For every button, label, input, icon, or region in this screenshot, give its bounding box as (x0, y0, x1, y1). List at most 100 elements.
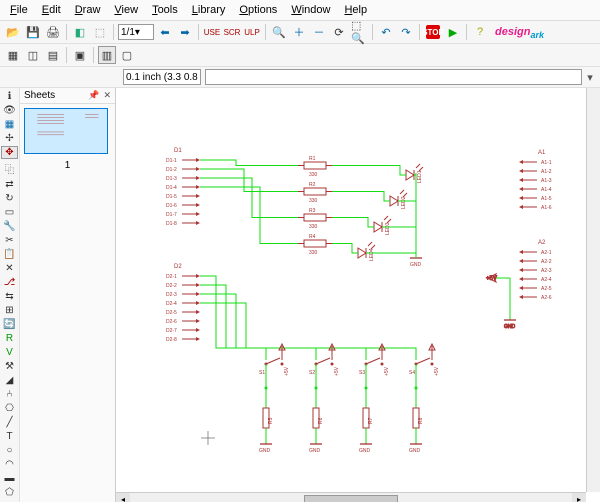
script-icon[interactable]: SCR (223, 23, 241, 41)
cut-tool-icon[interactable]: ✂ (1, 234, 18, 247)
horizontal-scrollbar[interactable]: ◂ ▸ (116, 492, 586, 502)
undo-icon[interactable]: ↶ (377, 23, 395, 41)
tool-palette: ℹ 👁 ▦ ✢ ✥ ⿻ ⇄ ↻ ▭ 🔧 ✂ 📋 ✕ ⎇ ⇆ ⊞ 🔄 R V ⚒ … (0, 88, 20, 502)
invoke-tool-icon[interactable]: ⎔ (1, 402, 18, 415)
svg-text:R5: R5 (268, 417, 274, 424)
sheet-thumbnail[interactable] (24, 108, 108, 154)
gateswap-tool-icon[interactable]: ⊞ (1, 304, 18, 317)
ulp-icon[interactable]: ULP (243, 23, 261, 41)
layout1-icon[interactable]: ▦ (4, 46, 22, 64)
zoom-fit-icon[interactable]: 🔍 (270, 23, 288, 41)
mirror-tool-icon[interactable]: ⇄ (1, 178, 18, 191)
replace-tool-icon[interactable]: 🔄 (1, 318, 18, 331)
zoom-out-icon[interactable]: － (310, 23, 328, 41)
svg-text:D2-3: D2-3 (166, 292, 177, 298)
zoom-in-icon[interactable]: ＋ (290, 23, 308, 41)
svg-text:GND: GND (504, 324, 516, 330)
svg-text:D1-3: D1-3 (166, 176, 177, 182)
sheets-panel: Sheets 📌 ✕ 1 (20, 88, 116, 502)
menu-help[interactable]: Help (338, 2, 373, 18)
svg-text:D1-7: D1-7 (166, 212, 177, 218)
svg-text:A2-2: A2-2 (541, 259, 552, 265)
svg-text:R2: R2 (309, 182, 316, 188)
show-tool-icon[interactable]: 👁 (1, 104, 18, 117)
svg-text:A2-6: A2-6 (541, 295, 552, 301)
svg-text:D1-1: D1-1 (166, 158, 177, 164)
svg-text:+5V: +5V (334, 366, 340, 376)
grid-input[interactable] (123, 69, 201, 85)
smash-tool-icon[interactable]: ⚒ (1, 360, 18, 373)
wire-tool-icon[interactable]: ╱ (1, 416, 18, 429)
pinswap-tool-icon[interactable]: ⇆ (1, 290, 18, 303)
open-icon[interactable]: 📂 (4, 23, 22, 41)
rect-tool-icon[interactable]: ▬ (1, 472, 18, 485)
miter-tool-icon[interactable]: ◢ (1, 374, 18, 387)
schematic-canvas[interactable]: D1 D1-1D1-2D1-3D1-4D1-5D1-6D1-7D1-8 D2 D… (116, 88, 586, 492)
menu-view[interactable]: View (108, 2, 144, 18)
command-dropdown-icon[interactable]: ▾ (584, 71, 596, 84)
svg-text:D1: D1 (174, 148, 182, 154)
rotate-tool-icon[interactable]: ↻ (1, 192, 18, 205)
sheets-title: Sheets (24, 90, 55, 101)
svg-text:A1: A1 (538, 150, 546, 156)
menu-library[interactable]: Library (186, 2, 232, 18)
split-tool-icon[interactable]: ⑃ (1, 388, 18, 401)
print-icon[interactable]: 🖨 (44, 23, 62, 41)
delete-tool-icon[interactable]: ✕ (1, 262, 18, 275)
help-icon[interactable]: ? (471, 23, 489, 41)
use-icon[interactable]: USE (203, 23, 221, 41)
go-icon[interactable]: ▶ (444, 23, 462, 41)
menu-file[interactable]: File (4, 2, 34, 18)
paste-tool-icon[interactable]: 📋 (1, 248, 18, 261)
group-tool-icon[interactable]: ▭ (1, 206, 18, 219)
save-icon[interactable]: 💾 (24, 23, 42, 41)
menu-bar: File Edit Draw View Tools Library Option… (0, 0, 600, 21)
name-tool-icon[interactable]: R (1, 332, 18, 345)
move-tool-icon[interactable]: ✥ (1, 146, 18, 159)
zoom-redraw-icon[interactable]: ⟳ (330, 23, 348, 41)
panel3-icon[interactable]: ▢ (118, 46, 136, 64)
menu-options[interactable]: Options (233, 2, 283, 18)
sheets-pin-icon[interactable]: 📌 (88, 90, 99, 101)
sheets-close-icon[interactable]: ✕ (103, 90, 111, 101)
menu-window[interactable]: Window (285, 2, 336, 18)
svg-text:A2-3: A2-3 (541, 268, 552, 274)
info-tool-icon[interactable]: ℹ (1, 90, 18, 103)
svg-text:D1-4: D1-4 (166, 185, 177, 191)
display-tool-icon[interactable]: ▦ (1, 118, 18, 131)
scroll-left-icon[interactable]: ◂ (116, 493, 130, 502)
circle-tool-icon[interactable]: ○ (1, 444, 18, 457)
panel2-icon[interactable]: ▥ (98, 46, 116, 64)
scroll-right-icon[interactable]: ▸ (572, 493, 586, 502)
svg-text:330: 330 (309, 198, 318, 204)
sheet-next-icon[interactable]: ➡ (176, 23, 194, 41)
svg-text:D2-8: D2-8 (166, 337, 177, 343)
layout2-icon[interactable]: ◫ (24, 46, 42, 64)
panel1-icon[interactable]: ▣ (71, 46, 89, 64)
menu-draw[interactable]: Draw (69, 2, 107, 18)
change-tool-icon[interactable]: 🔧 (1, 220, 18, 233)
svg-text:GND: GND (359, 448, 371, 454)
value-tool-icon[interactable]: V (1, 346, 18, 359)
svg-text:+5V: +5V (284, 366, 290, 376)
arc-tool-icon[interactable]: ◠ (1, 458, 18, 471)
menu-edit[interactable]: Edit (36, 2, 67, 18)
mark-tool-icon[interactable]: ✢ (1, 132, 18, 145)
redo-icon[interactable]: ↷ (397, 23, 415, 41)
command-input[interactable] (205, 69, 582, 85)
copy-tool-icon[interactable]: ⿻ (1, 160, 18, 177)
svg-text:D2-1: D2-1 (166, 274, 177, 280)
stop-icon[interactable]: STOP (424, 23, 442, 41)
vertical-scrollbar[interactable] (586, 88, 600, 492)
zoom-select[interactable]: 1/1 ▾ (118, 24, 154, 40)
board-icon[interactable]: ◧ (71, 23, 89, 41)
menu-tools[interactable]: Tools (146, 2, 184, 18)
scroll-thumb[interactable] (304, 495, 398, 502)
layout3-icon[interactable]: ▤ (44, 46, 62, 64)
zoom-select-icon[interactable]: ⬚🔍 (350, 23, 368, 41)
add-tool-icon[interactable]: ⎇ (1, 276, 18, 289)
polygon-tool-icon[interactable]: ⬠ (1, 486, 18, 499)
sheet-prev-icon[interactable]: ⬅ (156, 23, 174, 41)
cam-icon[interactable]: ⬚ (91, 23, 109, 41)
text-tool-icon[interactable]: T (1, 430, 18, 443)
